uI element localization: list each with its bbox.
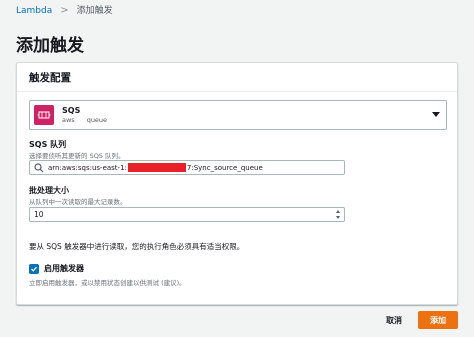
breadcrumb-lambda-link[interactable]: Lambda (16, 4, 52, 18)
panel-title: 触发配置 (17, 63, 457, 92)
queue-field-description: 选择要侦听其更新的 SQS 队列。 (29, 152, 125, 160)
add-button[interactable]: 添加 (418, 311, 458, 329)
enable-trigger-label: 启用触发器 (44, 264, 84, 273)
batch-size-value: 10 (34, 210, 44, 219)
check-icon (31, 266, 37, 272)
enable-trigger-description: 立即启用触发器，或以禁用状态创建以供测试 (建议)。 (29, 279, 186, 287)
enable-trigger-checkbox[interactable] (29, 263, 39, 274)
batch-size-label: 批处理大小 (29, 186, 69, 195)
source-tag: aws (62, 115, 75, 124)
sqs-icon (34, 105, 54, 125)
breadcrumb-current: 添加触发 (76, 6, 113, 16)
batch-size-description: 从队列中一次读取的最大记录数。 (29, 198, 127, 206)
sqs-queue-input[interactable]: arn:aws:sqs:us-east-1: 7:Sync_source_que… (29, 160, 345, 175)
cancel-button[interactable]: 取消 (386, 315, 402, 326)
queue-arn-prefix: arn:aws:sqs:us-east-1: (48, 163, 127, 172)
breadcrumb: Lambda > 添加触发 (16, 4, 113, 18)
batch-size-input[interactable]: 10 (29, 207, 345, 222)
source-tag: queue (86, 115, 108, 124)
chevron-right-icon: > (60, 5, 69, 16)
redaction-mark (127, 163, 186, 172)
trigger-source-select[interactable]: SQS aws queue (29, 100, 447, 130)
trigger-config-panel: 触发配置 SQS aws queue SQS 队列 选择要侦听其更新的 SQS … (16, 62, 458, 305)
form-footer: 取消 添加 (386, 311, 458, 329)
stepper-up-icon[interactable] (336, 210, 340, 213)
search-icon (34, 162, 44, 172)
stepper-down-icon[interactable] (336, 216, 340, 219)
queue-arn-suffix: 7:Sync_source_queue (186, 163, 263, 172)
enable-trigger-row[interactable]: 启用触发器 (29, 263, 84, 274)
permission-note: 要从 SQS 触发器中进行读取，您的执行角色必须具有适当权限。 (29, 242, 245, 251)
number-stepper[interactable] (335, 210, 341, 219)
page-title: 添加触发 (16, 36, 84, 56)
source-name: SQS (62, 105, 81, 115)
queue-field-label: SQS 队列 (29, 140, 67, 149)
caret-down-icon[interactable] (432, 112, 440, 117)
